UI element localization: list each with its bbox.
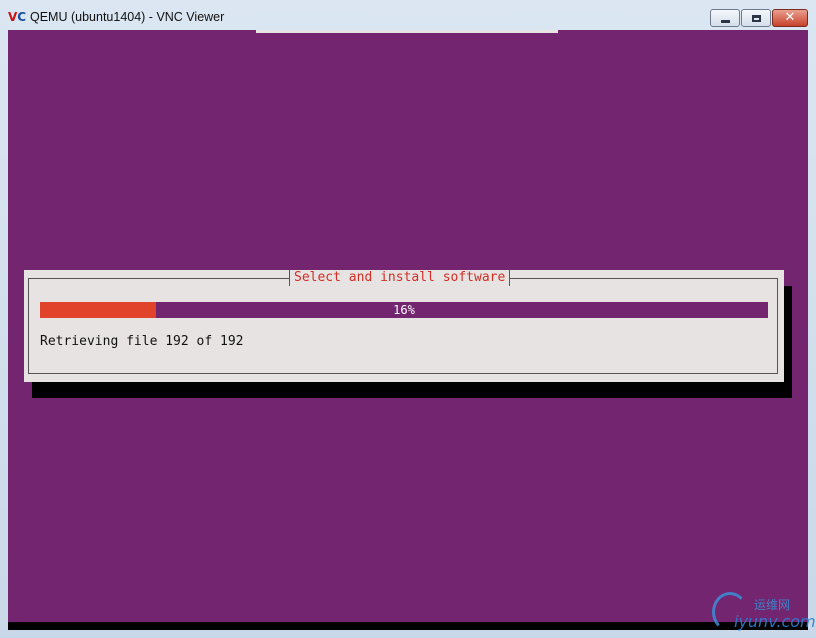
maximize-button[interactable] [741,9,771,27]
maximize-icon [751,14,761,22]
dialog-title: Select and install software [289,270,511,286]
top-panel-edge [256,30,558,33]
progress-bar: 16% [40,302,768,318]
dialog-frame: Select and install software [28,270,778,374]
window-title: QEMU (ubuntu1404) - VNC Viewer [30,10,225,24]
watermark-logo: 运维网 iyunv.com [712,592,816,632]
minimize-icon [720,19,730,23]
watermark-url-text: iyunv.com [734,612,816,631]
screen-bottom-bar [8,622,808,630]
icon-letter-c: C [17,10,27,24]
progress-percent-label: 16% [393,303,415,317]
title-bar[interactable]: VC QEMU (ubuntu1404) - VNC Viewer ✕ [0,0,816,30]
install-progress-dialog: Select and install software 16% Retrievi… [24,270,784,382]
minimize-button[interactable] [710,9,740,27]
icon-letter-v: V [8,10,18,24]
vnc-viewer-icon[interactable]: VC [8,9,26,25]
close-icon: ✕ [784,10,796,25]
vnc-remote-screen[interactable]: Select and install software 16% Retrievi… [8,30,808,630]
watermark-cn-text: 运维网 [754,598,791,612]
close-button[interactable]: ✕ [772,9,808,27]
status-text: Retrieving file 192 of 192 [40,334,244,349]
vnc-viewer-window: VC QEMU (ubuntu1404) - VNC Viewer ✕ Sele… [0,0,816,638]
